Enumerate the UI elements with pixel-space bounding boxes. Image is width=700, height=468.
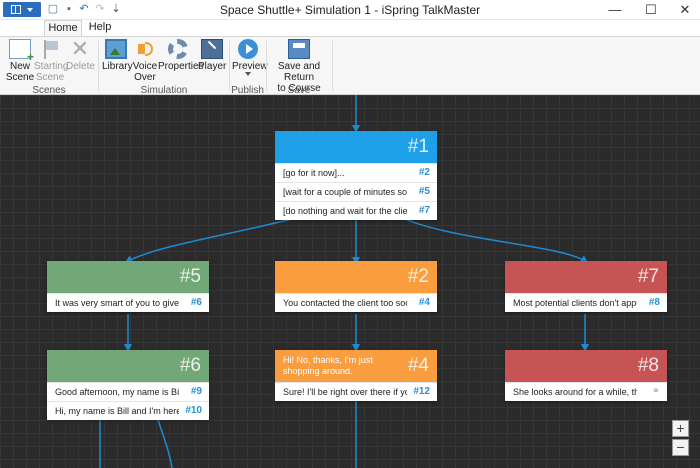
reply-text: She looks around for a while, then appr.… bbox=[513, 387, 637, 397]
reply-text: Hi, my name is Bill and I'm here to hel.… bbox=[55, 406, 179, 416]
ribbon: New Scene Starting Scene ✕ Delete Scenes… bbox=[0, 36, 700, 96]
tab-home[interactable]: Home bbox=[44, 20, 82, 37]
starting-scene-label: Starting Scene bbox=[34, 61, 69, 83]
delete-button[interactable]: ✕ Delete bbox=[66, 36, 95, 73]
link-line bbox=[157, 419, 173, 468]
reply-text: [go for it now]... bbox=[283, 168, 345, 178]
scene-node-8[interactable]: #8 She looks around for a while, then ap… bbox=[505, 350, 667, 401]
window-title: Space Shuttle+ Simulation 1 - iSpring Ta… bbox=[219, 3, 481, 17]
scene-number: #8 bbox=[637, 355, 659, 376]
library-label: Library bbox=[102, 61, 133, 72]
link-line bbox=[399, 216, 589, 264]
reply-item[interactable]: Hi, my name is Bill and I'm here to hel.… bbox=[47, 401, 209, 420]
flag-icon bbox=[39, 39, 61, 59]
close-icon[interactable]: ✕ bbox=[668, 0, 700, 19]
minimize-icon[interactable]: — bbox=[598, 0, 632, 19]
scene-header: #5 bbox=[47, 261, 209, 293]
reply-target[interactable]: #10 bbox=[185, 402, 202, 420]
reply-target[interactable]: #5 bbox=[419, 183, 430, 201]
scene-number: #7 bbox=[637, 266, 659, 287]
reply-item[interactable]: Good afternoon, my name is Bill. Welc...… bbox=[47, 382, 209, 401]
scene-header: Hi! No, thanks, I'm just shopping around… bbox=[275, 350, 437, 382]
preview-label: Preview bbox=[232, 61, 268, 72]
reply-text: Good afternoon, my name is Bill. Welc... bbox=[55, 387, 179, 397]
scene-node-2[interactable]: #2 You contacted the client too soon. Sh… bbox=[275, 261, 437, 312]
scene-number: #6 bbox=[179, 355, 201, 376]
ribbon-tabs: Home Help bbox=[0, 20, 700, 37]
scene-number: #1 bbox=[407, 136, 429, 157]
player-icon bbox=[201, 39, 223, 59]
tab-help[interactable]: Help bbox=[86, 20, 114, 36]
reply-text: [wait for a couple of minutes so that th… bbox=[283, 187, 407, 197]
link-icon[interactable]: ⚭ bbox=[652, 383, 660, 401]
reply-target[interactable]: #6 bbox=[191, 294, 202, 312]
gear-icon bbox=[168, 39, 188, 59]
new-scene-button[interactable]: New Scene bbox=[4, 37, 36, 83]
reply-text: Most potential clients don't approach a.… bbox=[513, 298, 637, 308]
reply-item[interactable]: It was very smart of you to give the cli… bbox=[47, 293, 209, 312]
reply-text: It was very smart of you to give the cli… bbox=[55, 298, 179, 308]
properties-button[interactable]: Properties bbox=[158, 37, 204, 72]
reply-item[interactable]: Most potential clients don't approach a.… bbox=[505, 293, 667, 312]
properties-label: Properties bbox=[158, 61, 204, 72]
scene-node-1[interactable]: #1 [go for it now]... #2 [wait for a coup… bbox=[275, 131, 437, 220]
maximize-icon[interactable]: ☐ bbox=[634, 0, 668, 19]
new-scene-icon bbox=[9, 39, 34, 63]
chevron-down-icon bbox=[232, 72, 264, 78]
scene-node-6[interactable]: #6 Good afternoon, my name is Bill. Welc… bbox=[47, 350, 209, 420]
preview-button[interactable]: Preview bbox=[232, 37, 268, 78]
reply-target[interactable]: #12 bbox=[413, 383, 430, 401]
title-bar: ▢ ▪ ↶ ↷ ⇣ Space Shuttle+ Simulation 1 - … bbox=[0, 0, 700, 20]
group-divider bbox=[266, 41, 267, 91]
reply-item[interactable]: You contacted the client too soon. She .… bbox=[275, 293, 437, 312]
scene-header: #2 bbox=[275, 261, 437, 293]
reply-target[interactable]: #7 bbox=[419, 202, 430, 220]
scene-node-4[interactable]: Hi! No, thanks, I'm just shopping around… bbox=[275, 350, 437, 401]
group-divider bbox=[332, 41, 333, 91]
reply-item[interactable]: [go for it now]... #2 bbox=[275, 163, 437, 182]
reply-target[interactable]: #2 bbox=[419, 164, 430, 182]
group-divider bbox=[229, 41, 230, 91]
reply-text: [do nothing and wait for the client to c… bbox=[283, 206, 407, 216]
scene-header: #8 bbox=[505, 350, 667, 382]
scene-header: #6 bbox=[47, 350, 209, 382]
library-button[interactable]: Library bbox=[102, 37, 133, 72]
voice-over-label: Voice Over bbox=[132, 61, 158, 83]
zoom-in-button[interactable]: + bbox=[672, 420, 689, 437]
reply-target[interactable]: #9 bbox=[191, 383, 202, 401]
reply-item[interactable]: [do nothing and wait for the client to c… bbox=[275, 201, 437, 220]
scene-number: #2 bbox=[407, 266, 429, 287]
group-divider bbox=[98, 41, 99, 91]
scene-text: Hi! No, thanks, I'm just shopping around… bbox=[283, 355, 373, 376]
reply-text: You contacted the client too soon. She .… bbox=[283, 298, 407, 308]
starting-scene-button[interactable]: Starting Scene bbox=[34, 37, 69, 83]
new-scene-label: New Scene bbox=[5, 61, 35, 83]
scene-node-7[interactable]: #7 Most potential clients don't approach… bbox=[505, 261, 667, 312]
zoom-out-button[interactable]: − bbox=[672, 439, 689, 456]
library-icon bbox=[105, 39, 127, 59]
scene-header: #7 bbox=[505, 261, 667, 293]
reply-text: Sure! I'll be right over there if you ha… bbox=[283, 387, 407, 397]
delete-icon: ✕ bbox=[70, 36, 90, 61]
reply-item[interactable]: [wait for a couple of minutes so that th… bbox=[275, 182, 437, 201]
player-button[interactable]: Player bbox=[198, 37, 226, 72]
save-return-icon bbox=[288, 39, 310, 59]
scene-header: #1 bbox=[275, 131, 437, 163]
scene-number: #5 bbox=[179, 266, 201, 287]
reply-target[interactable]: #8 bbox=[649, 294, 660, 312]
delete-label: Delete bbox=[66, 61, 95, 72]
speaker-icon bbox=[134, 39, 156, 59]
link-line bbox=[124, 216, 301, 263]
voice-over-button[interactable]: Voice Over bbox=[131, 37, 159, 83]
reply-target[interactable]: #4 bbox=[419, 294, 430, 312]
scene-node-5[interactable]: #5 It was very smart of you to give the … bbox=[47, 261, 209, 312]
reply-item[interactable]: Sure! I'll be right over there if you ha… bbox=[275, 382, 437, 401]
scene-canvas[interactable]: #1 [go for it now]... #2 [wait for a coup… bbox=[0, 95, 700, 468]
scene-number: #4 bbox=[407, 355, 429, 376]
play-icon bbox=[238, 39, 258, 59]
reply-item[interactable]: She looks around for a while, then appr.… bbox=[505, 382, 667, 401]
player-label: Player bbox=[198, 61, 227, 72]
